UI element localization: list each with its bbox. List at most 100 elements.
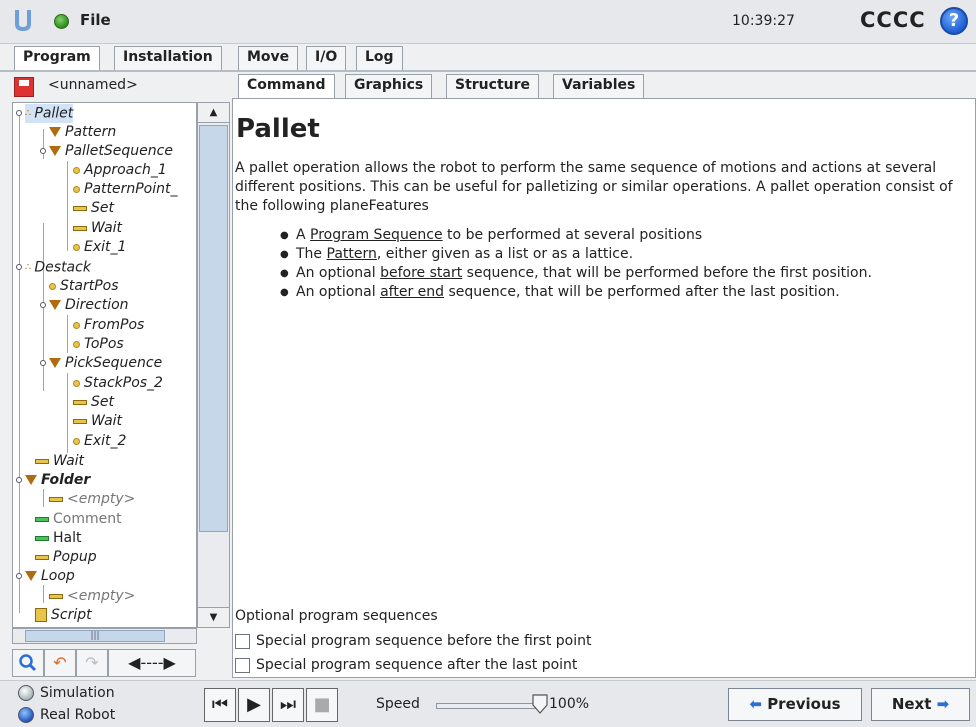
bar-icon-green — [35, 535, 49, 541]
play-icon[interactable]: ▶ — [238, 688, 270, 722]
tree-item-patternpoint[interactable]: PatternPoint_ — [73, 180, 178, 199]
tree-item-topos[interactable]: ToPos — [73, 335, 124, 354]
triangle-icon — [49, 358, 61, 368]
tree-item-empty-2[interactable]: <empty> — [49, 587, 135, 606]
scroll-down-icon[interactable]: ▼ — [198, 607, 229, 627]
tree-item-pallet[interactable]: ∴ Pallet — [25, 104, 74, 123]
simulation-radio[interactable]: Simulation — [18, 685, 115, 701]
tree-item-wait-3[interactable]: Wait — [35, 452, 84, 471]
tree-item-direction[interactable]: Direction — [49, 296, 129, 315]
bar-icon — [73, 418, 87, 424]
arrow-left-icon: ⬅ — [749, 695, 768, 713]
stop-icon[interactable]: ■ — [306, 688, 338, 722]
scroll-thumb[interactable] — [199, 125, 228, 532]
tree-item-wait[interactable]: Wait — [73, 219, 122, 238]
before-start-link[interactable]: before start — [380, 265, 462, 281]
after-last-point-option[interactable]: Special program sequence after the last … — [235, 656, 577, 675]
step-forward-icon[interactable]: ⏭ — [272, 688, 304, 722]
tree-item-wait-2[interactable]: Wait — [73, 412, 122, 431]
page-title: Pallet — [236, 114, 320, 144]
pattern-link[interactable]: Pattern — [327, 246, 377, 262]
list-item: An optional after end sequence, that wil… — [280, 283, 872, 302]
triangle-icon — [25, 475, 37, 485]
waypoint-icon — [73, 340, 80, 348]
tree-item-popup[interactable]: Popup — [35, 548, 97, 567]
tree-item-folder[interactable]: Folder — [25, 471, 90, 490]
before-first-point-option[interactable]: Special program sequence before the firs… — [235, 632, 591, 651]
tree-item-pattern[interactable]: Pattern — [49, 123, 116, 142]
speed-slider-fill — [437, 704, 539, 708]
program-name: <unnamed> — [48, 77, 138, 93]
previous-button[interactable]: ⬅ Previous — [728, 688, 862, 721]
tab-log[interactable]: Log — [356, 46, 403, 70]
pallet-icon: ∴ — [25, 262, 32, 273]
tree-item-halt[interactable]: Halt — [35, 529, 82, 548]
checkbox-label: Special program sequence after the last … — [256, 657, 578, 673]
after-end-link[interactable]: after end — [380, 284, 444, 300]
undo-icon[interactable]: ↶ — [44, 649, 76, 677]
list-item: The Pattern, either given as a list or a… — [280, 245, 872, 264]
tree-horizontal-scrollbar[interactable]: ||| — [12, 628, 197, 644]
speed-slider-thumb[interactable] — [532, 694, 548, 714]
list-item: An optional before start sequence, that … — [280, 264, 872, 283]
tab-move[interactable]: Move — [238, 46, 299, 70]
tree-item-picksequence[interactable]: PickSequence — [49, 354, 162, 373]
tree-item-destack[interactable]: ∴ Destack — [25, 258, 91, 277]
tab-structure[interactable]: Structure — [446, 74, 540, 98]
file-menu[interactable]: File — [80, 11, 111, 29]
tab-io[interactable]: I/O — [306, 46, 347, 70]
tab-installation[interactable]: Installation — [114, 46, 222, 70]
next-button[interactable]: Next ➡ — [871, 688, 970, 721]
search-icon[interactable] — [12, 649, 44, 677]
tree-item-exit-1[interactable]: Exit_1 — [73, 238, 126, 257]
tree-item-startpos[interactable]: StartPos — [49, 277, 119, 296]
optional-sequences-heading: Optional program sequences — [235, 608, 438, 624]
redo-icon[interactable]: ↷ — [76, 649, 108, 677]
clock-display: 10:39:27 — [732, 13, 795, 29]
before-first-point-checkbox[interactable] — [235, 633, 250, 649]
tree-item-loop[interactable]: Loop — [25, 567, 75, 586]
bar-icon — [73, 205, 87, 211]
robot-name: CCCC — [860, 8, 926, 32]
triangle-icon — [49, 127, 61, 137]
tree-item-frompos[interactable]: FromPos — [73, 316, 144, 335]
tree-item-exit-2[interactable]: Exit_2 — [73, 432, 126, 451]
speed-value: 100% — [549, 696, 590, 712]
skip-to-start-icon[interactable]: ⏮ — [204, 688, 236, 722]
tree-item-comment[interactable]: Comment — [35, 510, 122, 529]
tree-item-palletsequence[interactable]: PalletSequence — [49, 142, 173, 161]
after-last-point-checkbox[interactable] — [235, 657, 250, 673]
tab-command[interactable]: Command — [238, 74, 335, 99]
triangle-icon — [25, 571, 37, 581]
speed-slider[interactable] — [436, 703, 540, 709]
scroll-up-icon[interactable]: ▲ — [198, 103, 229, 123]
tree-item-approach-1[interactable]: Approach_1 — [73, 161, 167, 180]
tab-graphics[interactable]: Graphics — [345, 74, 433, 98]
tree-item-set[interactable]: Set — [73, 199, 114, 218]
program-sequence-link[interactable]: Program Sequence — [310, 227, 443, 243]
arrow-right-icon: ➡ — [931, 695, 950, 713]
waypoint-icon — [73, 185, 80, 193]
triangle-icon — [49, 146, 61, 156]
help-icon[interactable]: ? — [940, 7, 968, 35]
move-node-icon[interactable]: ◀----▶ — [108, 649, 196, 677]
waypoint-icon — [73, 166, 80, 174]
save-icon[interactable] — [14, 77, 34, 97]
bar-icon — [35, 458, 49, 464]
robot-status-icon — [54, 14, 69, 29]
speed-label: Speed — [376, 696, 420, 712]
scroll-thumb-horizontal[interactable]: ||| — [25, 630, 165, 642]
tree-item-stackpos-2[interactable]: StackPos_2 — [73, 374, 163, 393]
pallet-icon: ∴ — [25, 108, 32, 119]
triangle-icon — [49, 300, 61, 310]
tree-item-script[interactable]: Script — [35, 606, 92, 625]
universal-robots-logo-icon — [15, 10, 31, 31]
tab-program[interactable]: Program — [14, 46, 100, 71]
real-robot-radio[interactable]: Real Robot — [18, 707, 115, 723]
tree-item-empty[interactable]: <empty> — [49, 490, 135, 509]
tree-vertical-scrollbar[interactable]: ▲ ▼ — [197, 102, 230, 628]
program-tree[interactable]: ∴ Pallet Pattern PalletSequence Approach_… — [12, 102, 197, 628]
waypoint-icon — [49, 282, 56, 290]
tab-variables[interactable]: Variables — [553, 74, 645, 98]
tree-item-set-2[interactable]: Set — [73, 393, 114, 412]
